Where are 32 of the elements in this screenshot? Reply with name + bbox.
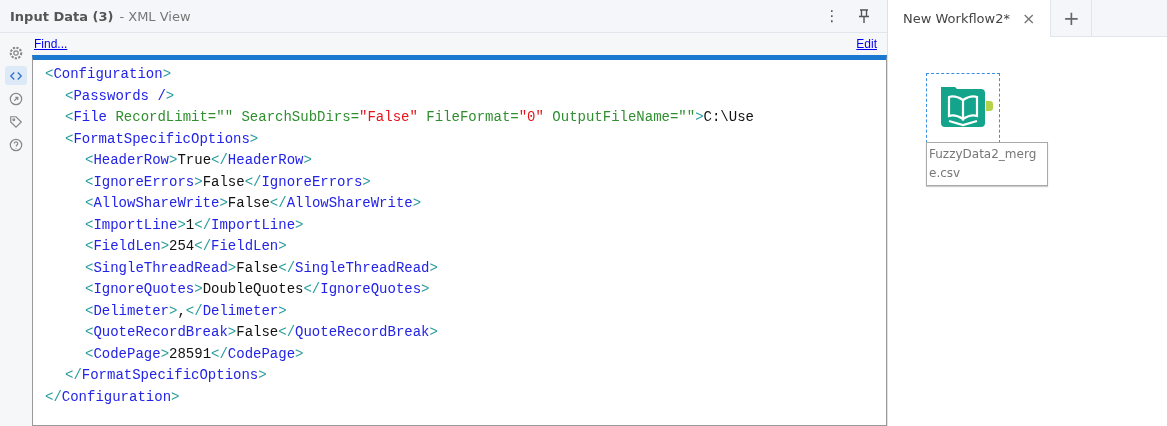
more-button[interactable]: ⋮ xyxy=(819,7,845,25)
workflow-tab[interactable]: New Workflow2* × xyxy=(888,0,1052,37)
code-line: <SingleThreadRead>False</SingleThreadRead> xyxy=(84,258,439,278)
panel-subtitle: - XML View xyxy=(119,8,192,24)
tag-icon xyxy=(9,114,23,129)
code-line: <FormatSpecificOptions> xyxy=(64,129,260,149)
code-line: <File RecordLimit="" SearchSubDirs="False" FileFormat="0" OutputFileName="">C:\Use xyxy=(64,108,755,127)
code-line: <FieldLen>254</FieldLen> xyxy=(84,237,288,256)
code-line: <CodePage>28591</CodePage> xyxy=(84,344,305,364)
sidebar-tool[interactable] xyxy=(5,66,27,85)
arrow-circle-icon xyxy=(9,91,23,106)
find-link[interactable]: Find... xyxy=(34,37,68,51)
code-line: <ImportLine>1</ImportLine> xyxy=(84,215,305,235)
code-line: <IgnoreQuotes>DoubleQuotes</IgnoreQuotes> xyxy=(84,280,431,299)
code-line: </Configuration> xyxy=(45,387,181,407)
code-line: <AllowShareWrite>False</AllowShareWrite> xyxy=(84,194,423,213)
code-line: <Delimeter>,</Delimeter> xyxy=(84,301,288,321)
code-line: <HeaderRow>True</HeaderRow> xyxy=(84,151,313,170)
tool-label: FuzzyData2_merg e.csv xyxy=(926,142,1048,186)
settings-icon xyxy=(9,45,23,60)
code-line: <IgnoreErrors>False</IgnoreErrors> xyxy=(84,172,372,192)
code-line: <Passwords /> xyxy=(64,86,176,106)
code-line: <Configuration> xyxy=(45,65,173,84)
new-tab-button[interactable]: + xyxy=(1051,0,1093,36)
code-line: <QuoteRecordBreak>False</QuoteRecordBreak> xyxy=(84,323,439,342)
code-line: </FormatSpecificOptions> xyxy=(64,366,268,385)
xml-editor[interactable] xyxy=(32,55,887,426)
panel-title: Input Data (3) xyxy=(10,8,114,24)
input-tool[interactable] xyxy=(926,73,1000,143)
edit-link[interactable]: Edit xyxy=(856,37,877,51)
help-icon xyxy=(9,137,23,152)
close-icon[interactable]: × xyxy=(1021,9,1036,28)
